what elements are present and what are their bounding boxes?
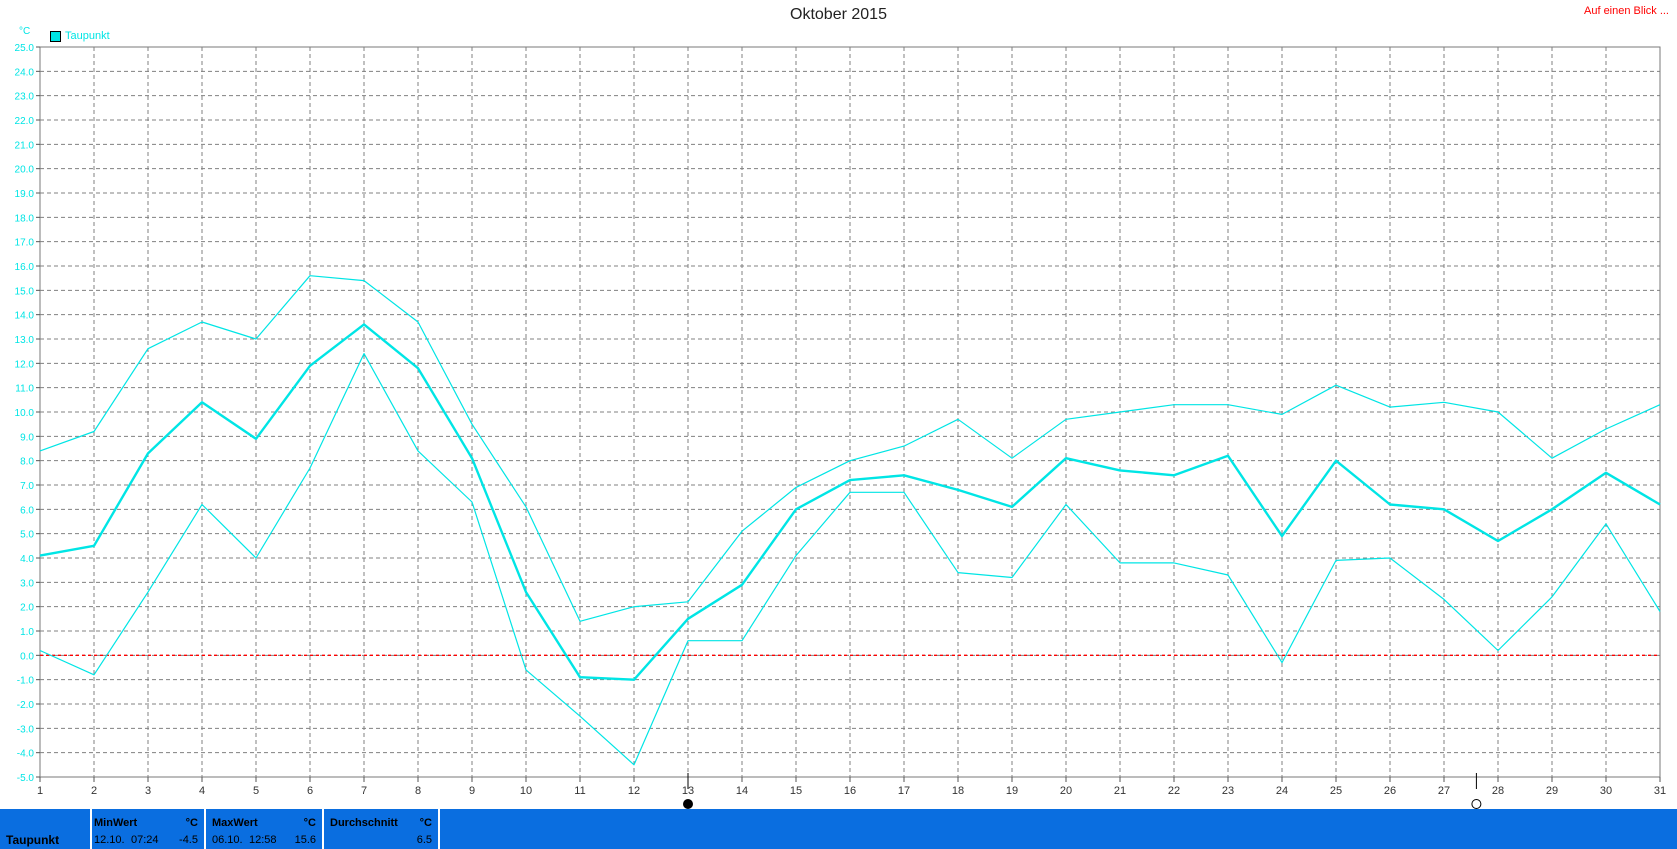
y-tick-label: 6.0 [20,505,34,516]
chart: -5.0 -4.0 -3.0 -2.0 -1.0 0.0 1.0 2.0 3.0 4.0 5.0 6.… [15,43,1666,809]
x-tick-label: 20 [1060,785,1072,797]
max-value-cell: MaxWert °C 06.10. 12:58 15.6 [212,810,322,848]
y-tick-label: 7.0 [20,481,34,492]
y-tick-label: 15.0 [15,286,35,297]
max-unit: °C [303,817,316,829]
legend[interactable]: Taupunkt [50,30,110,42]
x-tick-label: 15 [790,785,802,797]
max-value: 15.6 [294,834,316,846]
y-tick-label: 24.0 [15,67,35,78]
x-tick-label: 1 [37,785,43,797]
max-header: MaxWert [212,817,258,829]
x-tick-label: 14 [736,785,748,797]
x-tick-label: 29 [1546,785,1558,797]
y-tick-label: -5.0 [17,773,35,784]
x-tick-label: 16 [844,785,856,797]
y-tick-label: -4.0 [17,749,35,760]
y-tick-label: 5.0 [20,530,34,541]
x-tick-label: 7 [361,785,367,797]
y-tick-label: 18.0 [15,213,35,224]
y-tick-label: 12.0 [15,359,35,370]
y-tick-label: 19.0 [15,189,35,200]
y-tick-label: 17.0 [15,238,35,249]
x-tick-label: 17 [898,785,910,797]
x-tick-label: 31 [1654,785,1666,797]
new-moon-icon [1471,799,1482,809]
x-tick-label: 5 [253,785,259,797]
stats-row-label: Taupunkt [6,833,60,847]
stats-separator [204,809,206,849]
max-date: 06.10. [212,834,243,846]
y-tick-label: 25.0 [15,43,35,54]
y-tick-label: 22.0 [15,116,35,127]
x-tick-label: 23 [1222,785,1234,797]
y-unit-label: °C [19,26,31,37]
min-value-cell: MinWert °C 12.10. 07:24 -4.5 [94,810,204,848]
y-tick-label: 1.0 [20,627,34,638]
x-tick-label: 10 [520,785,532,797]
avg-value: 6.5 [416,834,432,846]
x-tick-label: 28 [1492,785,1504,797]
y-tick-label: 14.0 [15,311,35,322]
y-tick-label: 21.0 [15,140,35,151]
x-tick-label: 8 [415,785,421,797]
average-cell: Durchschnitt °C 6.5 [330,810,438,848]
x-tick-label: 25 [1330,785,1342,797]
x-tick-label: 11 [574,785,585,797]
x-tick-label: 27 [1438,785,1450,797]
avg-unit: °C [419,817,432,829]
legend-label: Taupunkt [65,30,110,42]
y-tick-label: 11.0 [15,384,34,395]
min-date: 12.10. [94,834,125,846]
stats-separator [322,809,324,849]
y-tick-label: 10.0 [15,408,35,419]
legend-swatch [50,30,61,42]
full-moon-icon [683,799,693,809]
x-tick-label: 9 [469,785,475,797]
stats-separator [438,809,440,849]
max-time: 12:58 [249,834,277,846]
x-tick-label: 21 [1114,785,1126,797]
x-tick-label: 24 [1276,785,1288,797]
y-tick-label: 4.0 [20,554,34,565]
min-unit: °C [185,817,198,829]
x-tick-label: 18 [952,785,964,797]
x-tick-label: 3 [145,785,151,797]
avg-header: Durchschnitt [330,817,398,829]
min-header: MinWert [94,817,138,829]
min-time: 07:24 [131,834,159,846]
y-tick-label: 9.0 [20,432,34,443]
y-tick-label: 3.0 [20,578,34,589]
y-tick-label: 8.0 [20,457,34,468]
y-tick-label: -2.0 [17,700,35,711]
min-value: -4.5 [179,834,198,846]
stats-separator [90,809,92,849]
y-tick-label: -3.0 [17,724,35,735]
y-tick-label: -1.0 [17,676,35,687]
y-tick-label: 20.0 [15,165,35,176]
overview-link[interactable]: Auf einen Blick ... [1584,5,1669,17]
x-tick-label: 4 [199,785,205,797]
chart-title: Oktober 2015 [790,6,887,23]
x-tick-label: 6 [307,785,313,797]
y-tick-label: 13.0 [15,335,35,346]
x-tick-label: 30 [1600,785,1612,797]
x-tick-label: 26 [1384,785,1396,797]
x-tick-label: 12 [628,785,640,797]
y-tick-label: 0.0 [20,651,34,662]
y-tick-label: 16.0 [15,262,35,273]
x-tick-label: 19 [1006,785,1018,797]
y-tick-label: 23.0 [15,92,35,103]
x-tick-label: 22 [1168,785,1180,797]
y-tick-label: 2.0 [20,603,34,614]
x-tick-label: 2 [91,785,97,797]
